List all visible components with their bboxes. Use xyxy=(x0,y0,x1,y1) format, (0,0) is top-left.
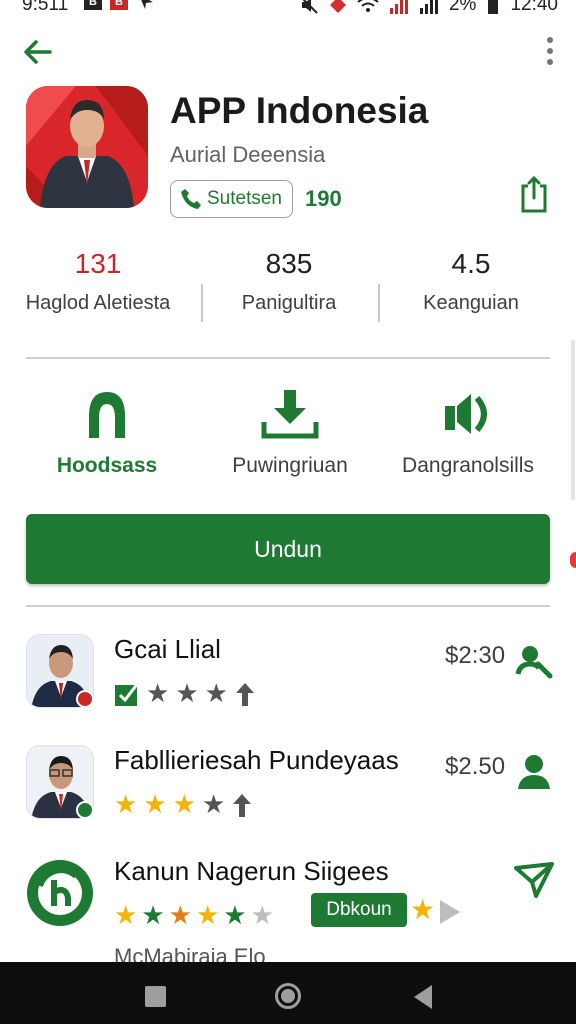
battery-percent: 2% xyxy=(448,0,477,15)
star-icon: ★ xyxy=(143,789,167,819)
review-name: Kanun Nagerun Siigees xyxy=(114,856,389,886)
stat-label: Panigultira xyxy=(241,292,337,314)
star-icon: ★ xyxy=(141,900,165,930)
notification-badge-icon: B xyxy=(84,0,102,10)
status-badge xyxy=(76,801,94,819)
system-back-button[interactable] xyxy=(414,985,432,1009)
star-icon: ★ xyxy=(204,678,228,708)
wifi-icon xyxy=(357,0,379,12)
action-label: Hoodsass xyxy=(56,454,158,477)
lock-icon xyxy=(89,392,125,438)
star-icon: ★ xyxy=(250,900,274,930)
signal-icon xyxy=(419,0,438,14)
send-icon[interactable] xyxy=(514,860,554,900)
star-icon: ★ xyxy=(172,789,196,819)
more-vert-icon[interactable] xyxy=(546,36,554,66)
status-time: 9:511 xyxy=(22,0,69,15)
star-icon: ★ xyxy=(114,789,138,819)
stat-value: 4.5 xyxy=(451,248,491,279)
scroll-indicator[interactable] xyxy=(570,552,576,568)
action-label: Dangranolsills xyxy=(402,454,534,477)
app-logo xyxy=(26,856,94,930)
notification-red-badge-icon: B xyxy=(110,0,128,10)
upload-icon xyxy=(235,682,254,706)
stat-score: 4.5 Keanguian xyxy=(381,248,561,315)
section-divider xyxy=(26,605,550,607)
app-icon xyxy=(26,86,148,208)
next-arrow-icon[interactable] xyxy=(438,898,464,926)
scrollbar-track[interactable] xyxy=(571,340,575,500)
mute-icon xyxy=(301,0,318,14)
star-icon: ★ xyxy=(223,900,247,930)
actions-row: Hoodsass Puwingriuan Dangranolsills xyxy=(0,388,576,488)
battery-icon xyxy=(488,0,499,14)
app-title: APP Indonesia xyxy=(170,90,429,131)
install-button[interactable]: Undun xyxy=(26,514,550,584)
user-icon[interactable] xyxy=(514,751,554,791)
location-icon xyxy=(141,0,153,9)
list-item[interactable]: Gcai Llial $2:30 ★ ★ ★ xyxy=(0,634,576,724)
star-icon: ★ xyxy=(201,789,226,819)
star-icon: ★ xyxy=(195,900,220,930)
share-icon[interactable] xyxy=(518,176,550,214)
stat-value: 131 xyxy=(74,248,122,279)
rating-stars: ★ ★ ★ ★ xyxy=(114,789,253,820)
status-badge xyxy=(76,690,94,708)
upload-icon xyxy=(233,793,252,817)
stat-rating-count: 835 Panigultira xyxy=(199,248,379,315)
section-divider xyxy=(26,357,550,359)
status-right-icons: 2% 12:40 xyxy=(299,0,558,16)
status-clock: 12:40 xyxy=(510,0,558,15)
phone-icon xyxy=(181,189,201,209)
star-icon: ★ xyxy=(114,900,138,930)
app-developer[interactable]: Aurial Deeensia xyxy=(170,142,325,168)
star-icon: ★ xyxy=(168,900,192,930)
download-chip-label: Dbkoun xyxy=(326,899,392,920)
stat-label: Haglod Aletiesta xyxy=(25,292,171,314)
review-name: Fabllieriesah Pundeyaas xyxy=(114,745,399,775)
action-audio[interactable]: Dangranolsills xyxy=(373,388,563,478)
stat-divider xyxy=(201,284,203,322)
signal-red-icon xyxy=(389,0,408,14)
home-button[interactable] xyxy=(275,983,301,1009)
star-icon: ★ xyxy=(146,678,170,708)
app-icon-portrait xyxy=(26,86,148,208)
review-price: $2:30 xyxy=(445,642,506,669)
chip-count-value: 190 xyxy=(305,186,342,211)
action-download[interactable]: Puwingriuan xyxy=(195,388,385,478)
action-label: Puwingriuan xyxy=(232,454,348,477)
system-nav-bar xyxy=(0,962,576,1024)
star-icon: ★ xyxy=(175,678,199,708)
stat-downloads: 131 Haglod Aletiesta xyxy=(8,248,188,315)
rating-stars: ★ ★ ★ xyxy=(114,678,256,709)
refresh-logo-icon xyxy=(27,860,93,926)
user-search-icon[interactable] xyxy=(514,640,554,680)
rating-stars: ★ ★ ★ ★ ★ ★ xyxy=(114,900,274,931)
recents-button[interactable] xyxy=(145,986,166,1007)
status-bar: 9:511 B B 2% 12:40 xyxy=(0,0,576,22)
audio-icon xyxy=(445,394,487,434)
contact-chip[interactable]: Sutetsen xyxy=(170,180,293,218)
alert-icon xyxy=(329,0,346,13)
star-icon: ★ xyxy=(410,894,436,925)
list-item[interactable]: Kanun Nagerun Siigees ★ ★ ★ ★ ★ ★ xyxy=(0,856,576,946)
stat-divider xyxy=(378,284,380,322)
chip-count: 190 xyxy=(305,186,342,212)
top-app-bar xyxy=(0,30,576,74)
stat-value: 835 xyxy=(265,248,313,279)
action-lock[interactable]: Hoodsass xyxy=(12,388,202,478)
download-chip[interactable]: Dbkoun xyxy=(311,893,407,927)
status-left-icons: B B xyxy=(84,0,156,12)
download-icon xyxy=(261,390,319,439)
back-arrow-icon[interactable] xyxy=(22,38,52,66)
contact-chip-label: Sutetsen xyxy=(207,188,282,209)
stat-label: Keanguian xyxy=(423,292,519,314)
install-button-label: Undun xyxy=(254,535,322,562)
review-name: Gcai Llial xyxy=(114,634,221,664)
verified-check-icon xyxy=(115,681,140,706)
list-item[interactable]: Fabllieriesah Pundeyaas $2.50 ★ ★ ★ ★ xyxy=(0,745,576,835)
review-price: $2.50 xyxy=(445,753,506,780)
stats-row: 131 Haglod Aletiesta 835 Panigultira 4.5… xyxy=(0,248,576,328)
